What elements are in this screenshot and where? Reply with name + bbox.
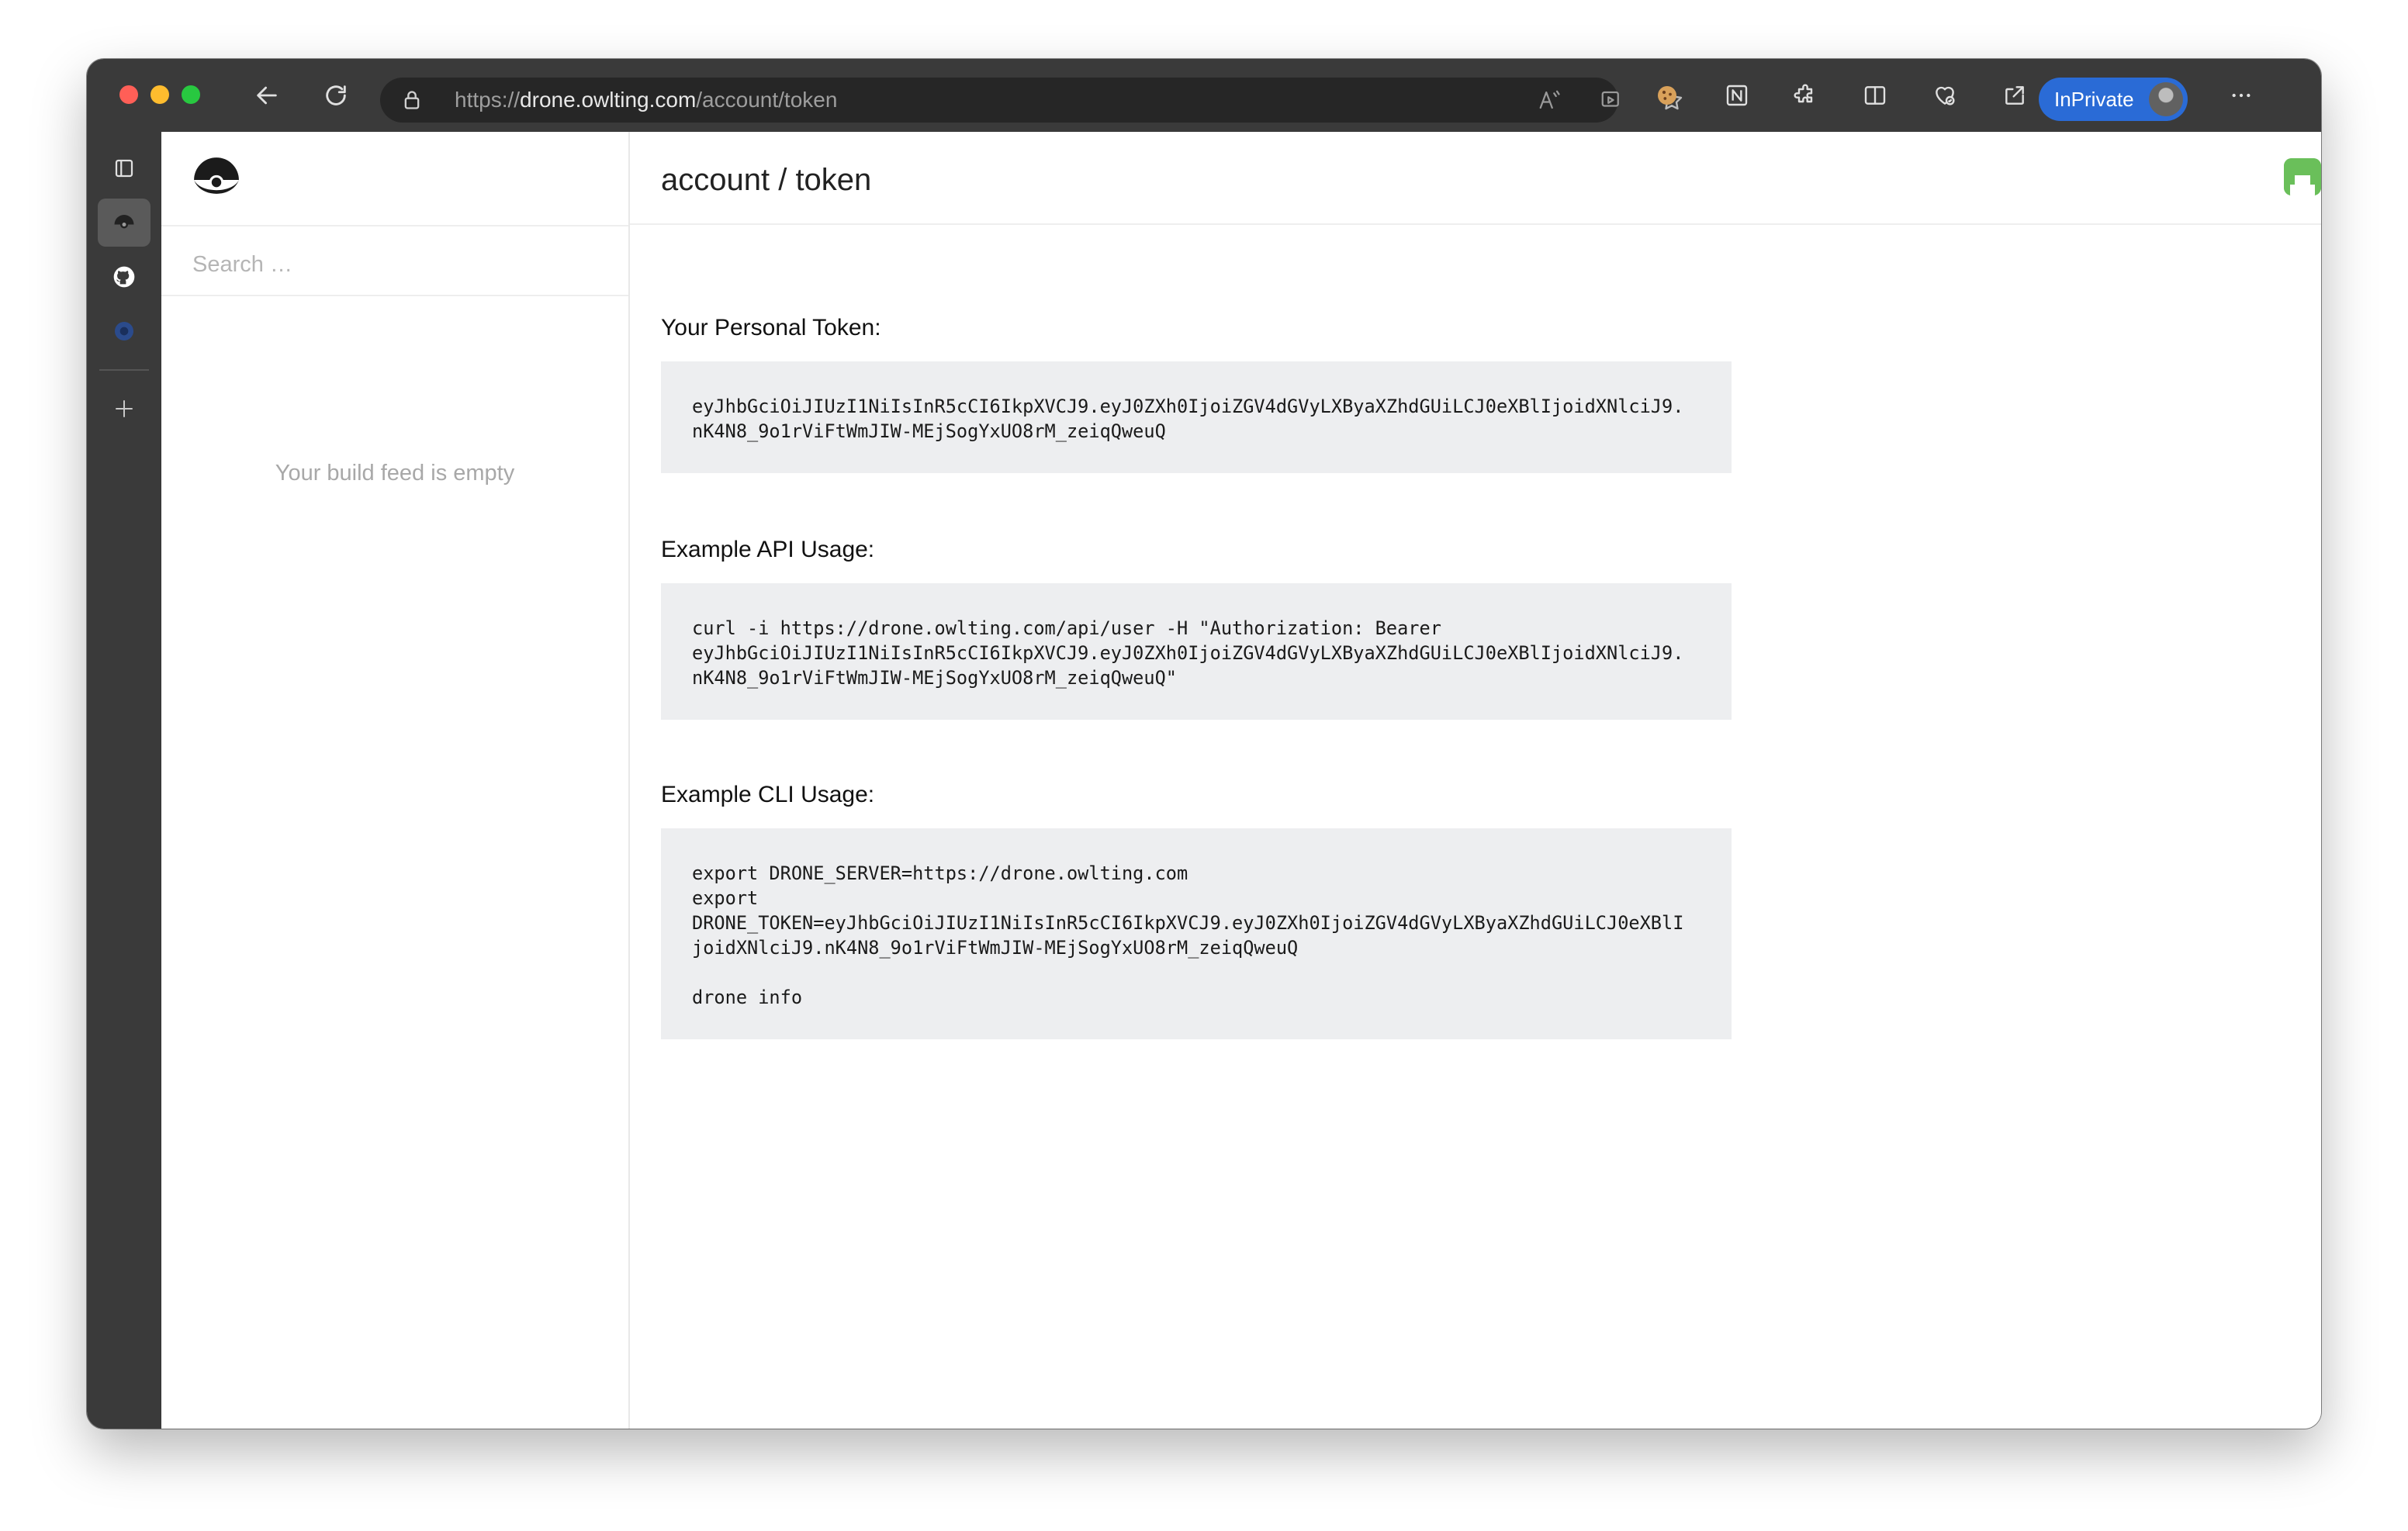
tab-actions-icon bbox=[115, 159, 133, 178]
github-icon bbox=[113, 266, 135, 288]
profile-avatar-icon bbox=[2149, 82, 2183, 116]
minimize-window-button[interactable] bbox=[150, 85, 169, 104]
tab-drone-active[interactable] bbox=[98, 199, 150, 247]
lock-icon[interactable] bbox=[394, 82, 430, 118]
more-horizontal-icon bbox=[2232, 93, 2251, 98]
drone-sidebar: Your build feed is empty bbox=[161, 132, 630, 1429]
url-scheme: https:// bbox=[455, 88, 521, 112]
search-input[interactable] bbox=[192, 245, 596, 284]
empty-feed-message: Your build feed is empty bbox=[275, 461, 515, 486]
personal-token-code[interactable]: eyJhbGciOiJIUzI1NiIsInR5cCI6IkpXVCJ9.eyJ… bbox=[661, 361, 1732, 473]
read-aloud-button[interactable] bbox=[1531, 82, 1567, 118]
maximize-window-button[interactable] bbox=[182, 85, 200, 104]
browser-essentials-button[interactable] bbox=[1927, 78, 1963, 113]
avatar-icon bbox=[2284, 158, 2321, 195]
api-usage-title: Example API Usage: bbox=[661, 537, 875, 562]
address-bar[interactable]: https://drone.owlting.com/account/token bbox=[380, 78, 1683, 123]
split-screen-icon bbox=[1864, 86, 1886, 105]
notion-icon bbox=[1726, 85, 1748, 106]
tab-github[interactable] bbox=[98, 253, 150, 301]
sidebar-divider bbox=[99, 369, 149, 371]
plus-icon bbox=[116, 400, 133, 417]
heart-pulse-icon bbox=[1936, 86, 1955, 105]
arrow-left-icon bbox=[257, 86, 277, 105]
inprivate-profile-button[interactable]: InPrivate bbox=[2039, 78, 2188, 121]
inprivate-label: InPrivate bbox=[2054, 88, 2134, 111]
new-tab-button[interactable] bbox=[98, 385, 150, 433]
settings-more-button[interactable] bbox=[2223, 78, 2259, 113]
cookie-extension-button[interactable] bbox=[1649, 78, 1685, 113]
browser-toolbar: https://drone.owlting.com/account/token bbox=[87, 59, 2321, 132]
user-avatar[interactable] bbox=[2284, 158, 2321, 195]
drone-logo-icon[interactable] bbox=[192, 155, 240, 203]
split-screen-button[interactable] bbox=[1857, 78, 1893, 113]
header-divider bbox=[630, 223, 2321, 225]
puzzle-icon bbox=[1794, 84, 1813, 103]
page-title: account / token bbox=[661, 163, 872, 197]
search-divider bbox=[161, 295, 628, 296]
back-button[interactable] bbox=[249, 78, 285, 113]
tab-actions-button[interactable] bbox=[98, 144, 150, 192]
notion-extension-button[interactable] bbox=[1719, 78, 1755, 113]
url-host: drone.owlting.com bbox=[520, 88, 697, 112]
main-content: account / token Your Personal Token: eyJ… bbox=[630, 132, 2321, 1429]
browser-vertical-sidebar bbox=[87, 132, 161, 1429]
tab-other-site[interactable] bbox=[98, 307, 150, 355]
personal-token-title: Your Personal Token: bbox=[661, 315, 881, 340]
url-path: /account/token bbox=[696, 88, 838, 112]
site-favicon-icon bbox=[115, 322, 133, 340]
app-install-icon bbox=[1601, 91, 1619, 107]
cli-usage-title: Example CLI Usage: bbox=[661, 782, 875, 807]
extensions-button[interactable] bbox=[1787, 78, 1823, 113]
cookie-icon bbox=[1658, 86, 1676, 105]
close-window-button[interactable] bbox=[119, 85, 138, 104]
read-aloud-icon bbox=[1539, 90, 1560, 109]
drone-logo-icon bbox=[114, 215, 134, 229]
share-icon bbox=[2005, 86, 2024, 105]
api-usage-code[interactable]: curl -i https://drone.owlting.com/api/us… bbox=[661, 583, 1732, 720]
share-button[interactable] bbox=[1997, 78, 2033, 113]
url-text[interactable]: https://drone.owlting.com/account/token bbox=[455, 78, 837, 123]
app-available-button[interactable] bbox=[1593, 82, 1629, 118]
refresh-button[interactable] bbox=[318, 78, 354, 113]
cli-usage-code[interactable]: export DRONE_SERVER=https://drone.owltin… bbox=[661, 828, 1732, 1039]
refresh-icon bbox=[326, 85, 346, 105]
browser-window: https://drone.owlting.com/account/token bbox=[87, 59, 2321, 1429]
sidebar-header-divider bbox=[161, 225, 628, 226]
